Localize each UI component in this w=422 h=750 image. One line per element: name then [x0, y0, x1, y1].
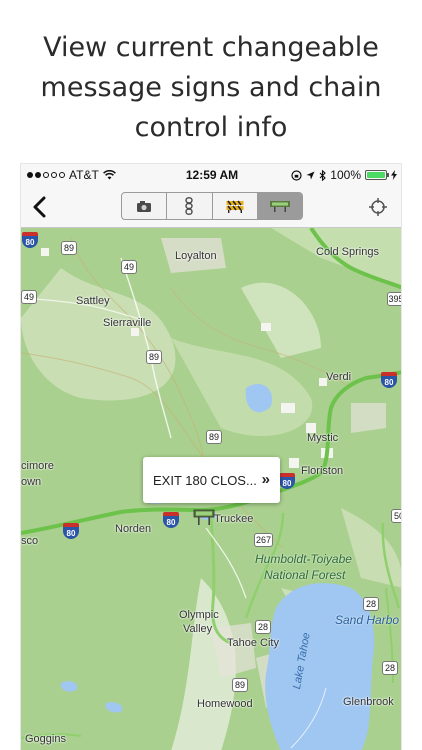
- place-own: own: [21, 476, 42, 488]
- route-shield-28: 28: [255, 620, 271, 634]
- callout-text: EXIT 180 CLOS...: [153, 472, 257, 488]
- route-shield-50: 50: [391, 509, 401, 523]
- route-shield-89: 89: [206, 430, 222, 444]
- place-sierraville: Sierraville: [103, 317, 152, 329]
- battery-icon: [365, 170, 389, 180]
- route-shield-89: 89: [146, 350, 162, 364]
- interstate-shield-80: 80: [63, 523, 79, 539]
- place-truckee: Truckee: [214, 513, 254, 525]
- place-homewood: Homewood: [197, 698, 253, 710]
- interstate-shield-80: 80: [279, 473, 295, 489]
- status-right: 100%: [291, 168, 397, 182]
- place-glenbrook: Glenbrook: [343, 696, 394, 708]
- promo-line-3: control info: [134, 112, 288, 143]
- status-bar: AT&T 12:59 AM 100%: [21, 164, 401, 186]
- place-loyalton: Loyalton: [175, 250, 217, 262]
- place-cold-springs: Cold Springs: [316, 246, 379, 258]
- callout-detail-chevron-icon[interactable]: »: [262, 471, 270, 488]
- route-shield-89: 89: [61, 241, 77, 255]
- place-cimore: cimore: [21, 460, 55, 472]
- place-mystic: Mystic: [307, 432, 339, 444]
- barricade-icon: [226, 200, 244, 213]
- promo-line-1: View current changeable: [43, 32, 379, 63]
- location-arrow-icon: [306, 171, 315, 179]
- place-valley: Valley: [183, 623, 213, 635]
- phone-screen: AT&T 12:59 AM 100% Loyalton Cold Springs…: [20, 163, 402, 750]
- chain-icon: [185, 197, 194, 215]
- segment-road-work[interactable]: [213, 193, 258, 219]
- forest-label-line2: National Forest: [264, 568, 346, 582]
- crosshair-icon[interactable]: [367, 196, 389, 218]
- place-norden: Norden: [115, 523, 152, 535]
- route-shield-28: 28: [363, 597, 379, 611]
- orientation-lock-icon: [291, 169, 302, 181]
- segment-chain-control[interactable]: [167, 193, 213, 219]
- interstate-shield-80: 80: [381, 372, 397, 388]
- camera-icon: [137, 200, 152, 212]
- place-floriston: Floriston: [301, 465, 344, 477]
- layer-segmented-control: [121, 192, 303, 220]
- route-shield-89: 89: [232, 678, 248, 692]
- bluetooth-icon: [319, 169, 327, 181]
- battery-fill: [367, 172, 385, 178]
- segment-cameras[interactable]: [122, 193, 168, 219]
- place-sattley: Sattley: [76, 295, 110, 307]
- battery-percent: 100%: [330, 168, 361, 182]
- message-sign-marker-icon[interactable]: [193, 509, 215, 525]
- place-sco: sco: [21, 535, 39, 547]
- place-goggins: Goggins: [25, 733, 66, 745]
- promo-line-2: message signs and chain: [40, 72, 382, 103]
- route-shield-395: 395: [387, 292, 401, 306]
- route-shield-28: 28: [382, 661, 398, 675]
- forest-label-line1: Humboldt-Toiyabe: [255, 552, 352, 566]
- place-sand-harbor: Sand Harbo: [335, 613, 400, 627]
- place-tahoe-city: Tahoe City: [227, 637, 279, 649]
- navigation-bar: [21, 186, 401, 228]
- route-shield-49: 49: [121, 260, 137, 274]
- place-olympic: Olympic: [179, 609, 219, 621]
- interstate-shield-80: 80: [163, 512, 179, 528]
- interstate-shield-80: 80: [22, 232, 38, 248]
- segment-message-signs[interactable]: [257, 193, 302, 219]
- sign-callout[interactable]: EXIT 180 CLOS... »: [143, 457, 280, 503]
- promo-caption: View current changeable message signs an…: [0, 28, 422, 148]
- charging-bolt-icon: [391, 170, 397, 180]
- route-shield-49: 49: [21, 290, 37, 304]
- place-verdi: Verdi: [326, 371, 352, 383]
- route-shield-267: 267: [254, 533, 273, 547]
- back-chevron-icon[interactable]: [29, 194, 53, 220]
- message-sign-icon: [269, 201, 290, 212]
- map-view[interactable]: Loyalton Cold Springs Sattley Sierravill…: [21, 228, 401, 750]
